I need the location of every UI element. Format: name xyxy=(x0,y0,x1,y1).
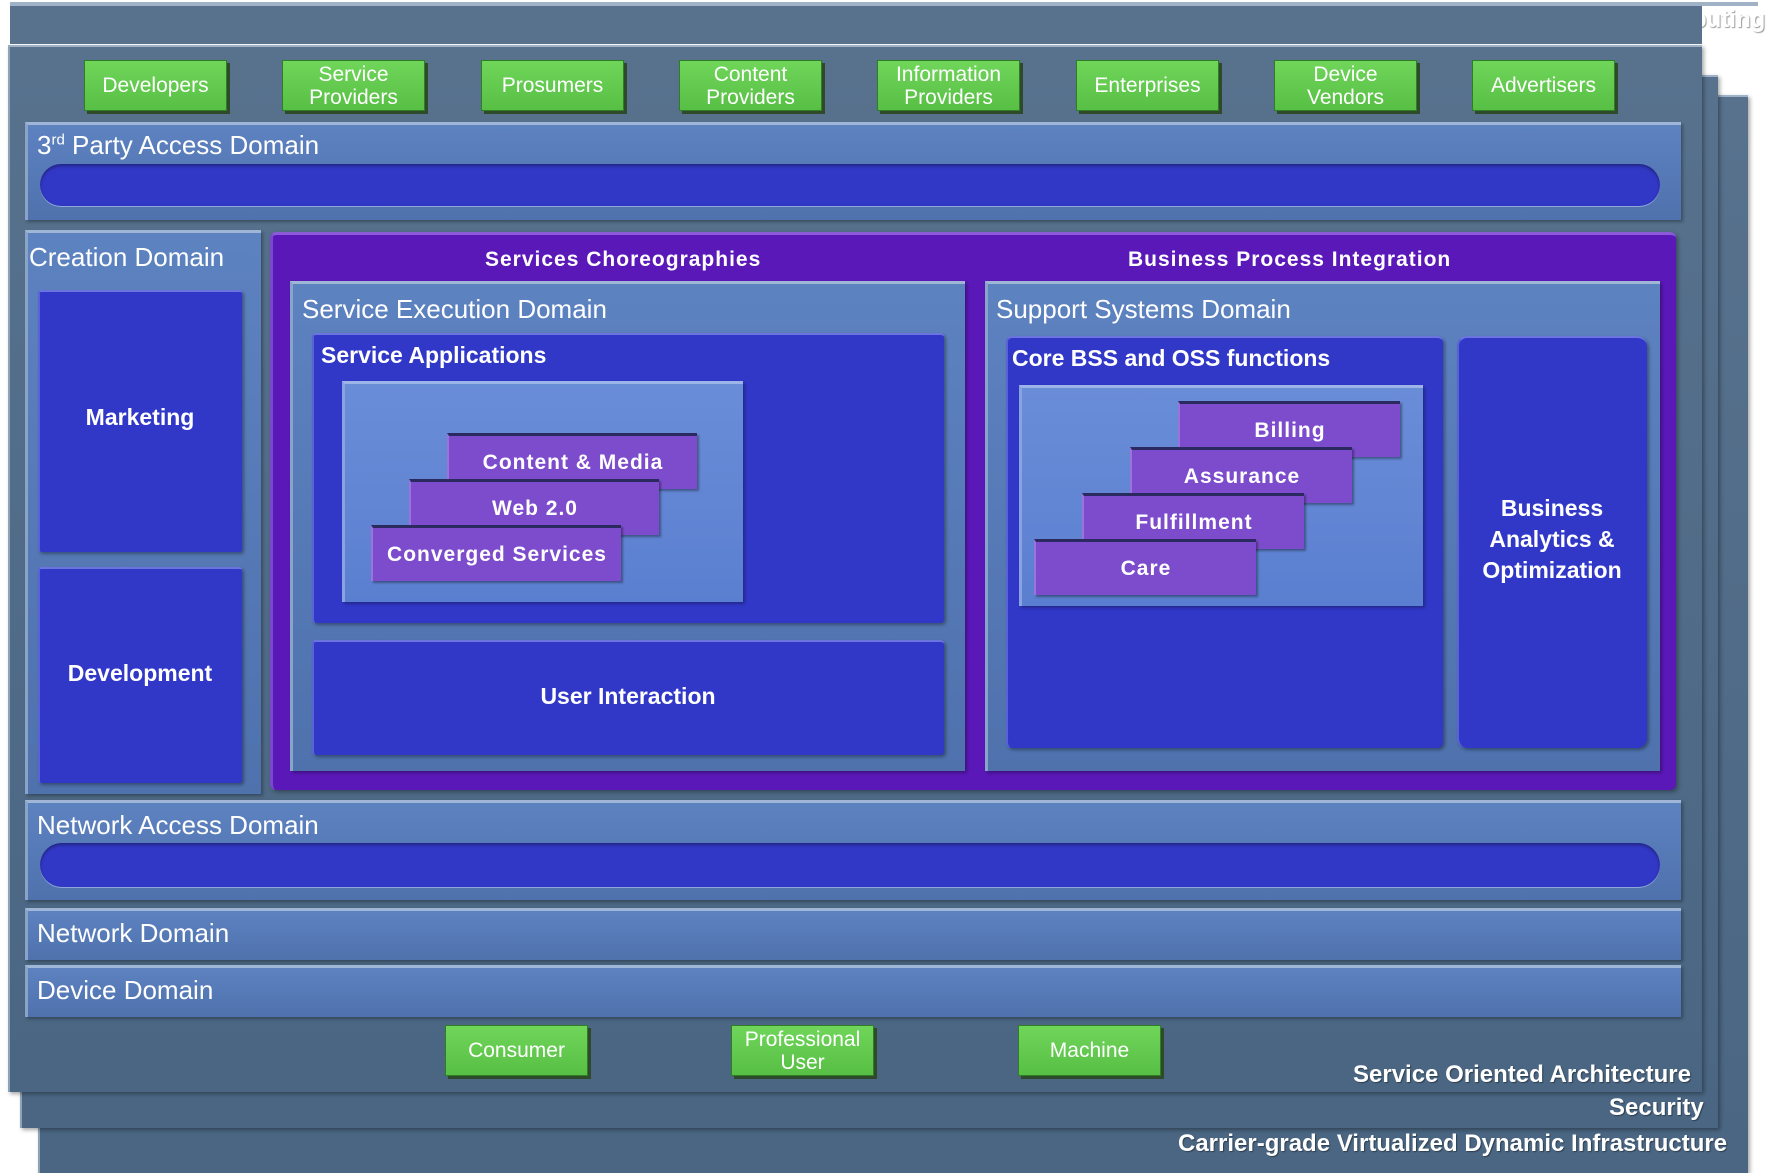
security-label: Security xyxy=(1609,1094,1704,1121)
device-domain-label: Device Domain xyxy=(37,975,214,1005)
user-interaction-label: User Interaction xyxy=(540,683,716,709)
user-professional[interactable]: Professional User xyxy=(731,1025,874,1076)
network-domain xyxy=(25,908,1681,960)
actor-enterprises[interactable]: Enterprises xyxy=(1076,60,1219,111)
support-systems-domain-label: Support Systems Domain xyxy=(996,294,1291,324)
network-access-domain-label: Network Access Domain xyxy=(37,810,319,840)
third-party-access-domain-label: 3rd Party Access Domain xyxy=(37,130,319,161)
development-label: Development xyxy=(67,660,213,686)
marketing-label: Marketing xyxy=(85,404,195,430)
core-bss-oss-label: Core BSS and OSS functions xyxy=(1012,345,1331,371)
services-choreographies-label: Services Choreographies xyxy=(485,248,762,271)
service-execution-domain-label: Service Execution Domain xyxy=(302,294,607,324)
actor-prosumers[interactable]: Prosumers xyxy=(481,60,624,111)
function-care[interactable]: Care xyxy=(1034,539,1256,595)
service-applications-label: Service Applications xyxy=(321,342,547,368)
business-process-integration-label: Business Process Integration xyxy=(1128,248,1452,271)
device-domain xyxy=(25,965,1681,1017)
user-consumer[interactable]: Consumer xyxy=(445,1025,588,1076)
infrastructure-label: Carrier-grade Virtualized Dynamic Infras… xyxy=(1178,1130,1728,1157)
third-party-number: 3 xyxy=(37,130,52,160)
third-party-access-pipe xyxy=(40,164,1660,206)
cloud-layer-body xyxy=(10,6,1702,44)
third-party-superscript: rd xyxy=(51,131,65,149)
network-domain-label: Network Domain xyxy=(37,918,230,948)
actor-developers[interactable]: Developers xyxy=(84,60,227,111)
actor-advertisers[interactable]: Advertisers xyxy=(1472,60,1615,111)
third-party-label-text: Party Access Domain xyxy=(64,130,320,160)
soa-label: Service Oriented Architecture xyxy=(1353,1061,1691,1088)
network-access-pipe xyxy=(40,843,1660,887)
creation-domain-label: Creation Domain xyxy=(29,242,225,272)
actor-information-providers[interactable]: Information Providers xyxy=(877,60,1020,111)
actor-service-providers[interactable]: Service Providers xyxy=(282,60,425,111)
app-converged-services[interactable]: Converged Services xyxy=(371,525,621,581)
business-analytics-label: Business Analytics & Optimization xyxy=(1482,495,1622,583)
user-machine[interactable]: Machine xyxy=(1018,1025,1161,1076)
actor-content-providers[interactable]: Content Providers xyxy=(679,60,822,111)
actor-device-vendors[interactable]: Device Vendors xyxy=(1274,60,1417,111)
